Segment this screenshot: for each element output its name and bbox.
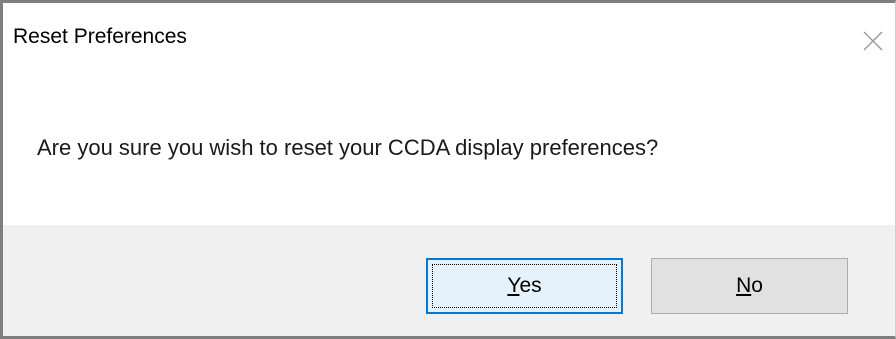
yes-accelerator: Y [507,274,520,297]
yes-button[interactable]: Yes [426,258,623,314]
message-area: Are you sure you wish to reset your CCDA… [3,85,895,225]
no-accelerator: N [736,274,752,297]
no-label-rest: o [751,274,763,297]
close-button[interactable] [851,19,895,63]
yes-label-rest: es [519,274,542,297]
title-bar: Reset Preferences [3,3,895,85]
close-icon [863,31,883,51]
dialog-title: Reset Preferences [13,25,187,48]
confirm-dialog: Reset Preferences Are you sure you wish … [0,0,896,339]
dialog-message: Are you sure you wish to reset your CCDA… [37,135,659,160]
no-button[interactable]: No [651,258,848,314]
yes-button-label: Yes [507,274,541,298]
button-bar: Yes No [3,225,895,336]
no-button-label: No [736,274,763,298]
